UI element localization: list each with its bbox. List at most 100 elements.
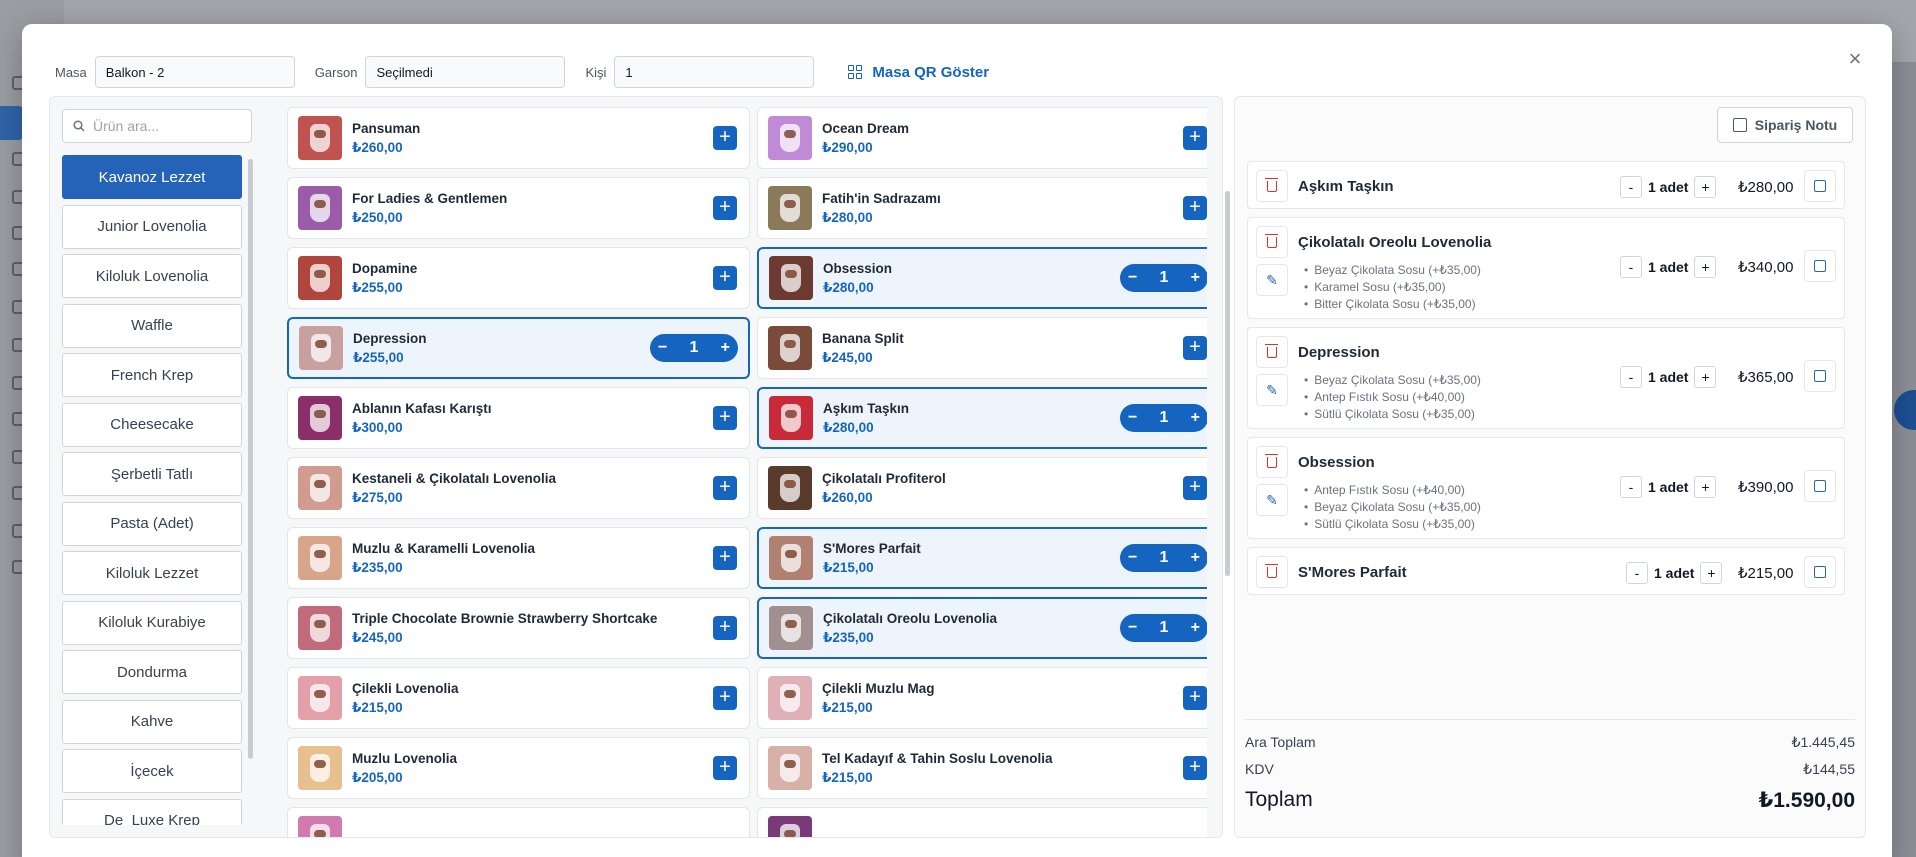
product-card[interactable]: Çilekli Lovenolia ₺215,00 + [287,667,750,729]
garson-field[interactable]: Seçilmedi [365,56,566,88]
product-card[interactable]: Fatih'in Sadrazamı ₺280,00 + [757,177,1207,239]
decrease-qty-button[interactable]: - [1620,176,1642,198]
product-card[interactable]: Triple Chocolate Brownie Strawberry Shor… [287,597,750,659]
search-input[interactable] [93,118,233,134]
product-price: ₺205,00 [352,769,403,785]
increase-button[interactable]: + [1191,549,1200,567]
delete-item-button[interactable] [1256,170,1288,202]
item-note-button[interactable] [1804,556,1836,588]
decrease-button[interactable]: − [1128,409,1137,427]
decrease-button[interactable]: − [1128,269,1137,287]
product-card[interactable]: Pansuman ₺260,00 + [287,107,750,169]
show-qr-button[interactable]: Masa QR Göster [848,64,989,81]
decrease-button[interactable]: − [1128,549,1137,567]
delete-item-button[interactable] [1256,336,1288,368]
product-card[interactable]: Aşkım Taşkın ₺280,00 − 1 + [757,387,1207,449]
increase-button[interactable]: + [1191,619,1200,637]
add-product-button[interactable]: + [1183,126,1207,150]
product-card[interactable]: For Ladies & Gentlemen ₺250,00 + [287,177,750,239]
delete-item-button[interactable] [1256,446,1288,478]
product-card[interactable]: Tel Kadayıf & Tahin Soslu Lovenolia ₺215,… [757,737,1207,799]
product-card[interactable]: Obsession ₺280,00 − 1 + [757,247,1207,309]
edit-item-button[interactable]: ✎ [1256,264,1288,296]
product-qty-stepper: − 1 + [650,334,738,362]
add-product-button[interactable]: + [713,546,737,570]
add-product-button[interactable]: + [1183,756,1207,780]
edit-item-button[interactable]: ✎ [1256,374,1288,406]
item-note-button[interactable] [1804,250,1836,282]
add-product-button[interactable]: + [713,126,737,150]
increase-qty-button[interactable]: + [1694,476,1717,498]
add-product-button[interactable]: + [713,476,737,500]
add-product-button[interactable]: + [713,196,737,220]
product-card[interactable]: Depression ₺255,00 − 1 + [287,317,750,379]
decrease-button[interactable]: − [658,339,667,357]
category-item[interactable]: French Krep [62,353,242,397]
add-product-button[interactable]: + [713,406,737,430]
increase-qty-button[interactable]: + [1694,366,1717,388]
category-scrollbar[interactable] [248,159,253,759]
increase-qty-button[interactable]: + [1694,176,1717,198]
add-product-button[interactable]: + [1183,336,1207,360]
product-card[interactable]: Banana Split ₺245,00 + [757,317,1207,379]
product-image [768,676,812,720]
product-card[interactable]: Ocean Dream ₺290,00 + [757,107,1207,169]
add-product-button[interactable]: + [713,616,737,640]
product-card[interactable]: Kestaneli & Çikolatalı Lovenolia ₺275,00 + [287,457,750,519]
category-item[interactable]: Pasta (Adet) [62,501,242,546]
increase-button[interactable]: + [721,339,730,357]
product-scrollbar[interactable] [1225,191,1230,576]
increase-button[interactable]: + [1191,269,1200,287]
product-card[interactable]: Ablanın Kafası Karıştı ₺300,00 + [287,387,750,449]
category-item[interactable]: Şerbetli Tatlı [62,452,242,496]
category-item[interactable]: Junior Lovenolia [62,204,242,249]
product-card[interactable]: Muzlu & Karamelli Lovenolia ₺235,00 + [287,527,750,589]
increase-qty-button[interactable]: + [1700,562,1723,584]
add-product-button[interactable]: + [713,756,737,780]
trash-icon [1265,233,1278,248]
add-product-button[interactable]: + [1183,476,1207,500]
delete-item-button[interactable] [1256,226,1288,258]
decrease-button[interactable]: − [1128,619,1137,637]
add-product-button[interactable]: + [1183,686,1207,710]
category-item[interactable]: De_Luxe Krep [62,798,242,825]
product-card[interactable] [287,807,750,837]
kisi-field[interactable]: 1 [614,56,815,88]
product-card[interactable] [757,807,1207,837]
product-info: Muzlu Lovenolia ₺205,00 [352,751,713,786]
category-item[interactable]: Kavanoz Lezzet [62,155,242,199]
category-item[interactable]: Cheesecake [62,402,242,447]
item-note-button[interactable] [1804,360,1836,392]
order-note-button[interactable]: Sipariş Notu [1717,107,1853,143]
category-item[interactable]: Waffle [62,303,242,348]
item-note-button[interactable] [1804,170,1836,202]
order-modal: × Masa Balkon - 2 Garson Seçilmedi Kişi … [22,24,1892,857]
product-card[interactable]: Dopamine ₺255,00 + [287,247,750,309]
category-item[interactable]: Kiloluk Lezzet [62,551,242,595]
product-card[interactable]: Çikolatalı Oreolu Lovenolia ₺235,00 − 1 + [757,597,1207,659]
close-icon[interactable]: × [1844,48,1866,70]
product-card[interactable]: Çilekli Muzlu Mag ₺215,00 + [757,667,1207,729]
category-item[interactable]: Kiloluk Kurabiye [62,600,242,645]
product-card[interactable]: Muzlu Lovenolia ₺205,00 + [287,737,750,799]
product-card[interactable]: Çikolatalı Profiterol ₺260,00 + [757,457,1207,519]
increase-qty-button[interactable]: + [1694,256,1717,278]
item-note-button[interactable] [1804,470,1836,502]
decrease-qty-button[interactable]: - [1626,562,1648,584]
delete-item-button[interactable] [1256,556,1288,588]
decrease-qty-button[interactable]: - [1620,366,1642,388]
category-item[interactable]: Kiloluk Lovenolia [62,254,242,298]
add-product-button[interactable]: + [713,686,737,710]
category-item[interactable]: Dondurma [62,650,242,694]
add-product-button[interactable]: + [713,266,737,290]
product-card[interactable]: S'Mores Parfait ₺215,00 − 1 + [757,527,1207,589]
add-product-button[interactable]: + [1183,196,1207,220]
decrease-qty-button[interactable]: - [1620,256,1642,278]
category-item[interactable]: İçecek [62,749,242,793]
increase-button[interactable]: + [1191,409,1200,427]
category-item[interactable]: Kahve [62,699,242,744]
edit-item-button[interactable]: ✎ [1256,484,1288,516]
decrease-qty-button[interactable]: - [1620,476,1642,498]
masa-field[interactable]: Balkon - 2 [94,56,295,88]
product-price: ₺215,00 [822,699,873,715]
